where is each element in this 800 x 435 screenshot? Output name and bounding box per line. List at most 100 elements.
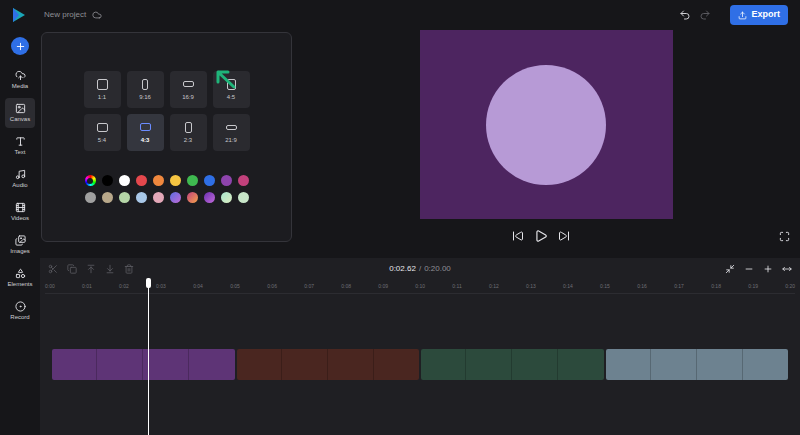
move-down-icon[interactable]	[105, 264, 115, 274]
ratio-tile[interactable]: 5:4	[84, 114, 121, 151]
ruler-label: 0:10	[415, 283, 425, 291]
zoom-out-icon[interactable]	[744, 264, 754, 274]
sidebar-item[interactable]: Images	[5, 230, 35, 260]
cloud-icon	[92, 10, 102, 20]
ruler-label: 0:07	[304, 283, 314, 291]
duplicate-icon[interactable]	[67, 264, 77, 274]
color-swatch[interactable]	[170, 192, 181, 203]
color-swatch[interactable]	[170, 175, 181, 186]
sidebar-item[interactable]: Media	[5, 65, 35, 95]
ruler-label: 0:01	[82, 283, 92, 291]
ratio-shape-icon	[183, 81, 194, 87]
split-icon[interactable]	[48, 264, 58, 274]
sidebar: MediaCanvasTextAudioVideosImagesElements…	[0, 30, 40, 435]
color-swatch[interactable]	[238, 175, 249, 186]
ruler-label: 0:13	[526, 283, 536, 291]
ruler-label: 0:16	[637, 283, 647, 291]
color-swatch[interactable]	[136, 175, 147, 186]
media-icon	[15, 70, 26, 81]
sidebar-item[interactable]: Canvas	[5, 98, 35, 128]
expand-icon[interactable]	[782, 264, 792, 274]
app: New project Export MediaCanvasTextAudioVid…	[0, 0, 800, 435]
fullscreen-icon[interactable]	[779, 231, 790, 242]
logo-icon[interactable]	[12, 7, 26, 23]
plus-icon	[15, 41, 26, 52]
color-swatch[interactable]	[187, 192, 198, 203]
ratio-shape-icon	[185, 122, 192, 133]
sidebar-item[interactable]: Audio	[5, 164, 35, 194]
elements-icon	[15, 268, 26, 279]
video-clip[interactable]	[421, 349, 604, 380]
play-icon[interactable]	[534, 229, 548, 243]
ratio-tile[interactable]: 9:16	[127, 71, 164, 108]
color-swatch[interactable]	[204, 175, 215, 186]
ruler-label: 0:04	[193, 283, 203, 291]
ruler-label: 0:19	[748, 283, 758, 291]
move-up-icon[interactable]	[86, 264, 96, 274]
ruler-label: 0:03	[156, 283, 166, 291]
video-track	[52, 349, 788, 380]
top-bar: New project Export	[0, 0, 800, 30]
canvas-icon	[15, 103, 26, 114]
ruler-label: 0:20	[785, 283, 795, 291]
playhead[interactable]	[148, 278, 149, 435]
fit-icon[interactable]	[725, 264, 735, 274]
sidebar-item[interactable]: Text	[5, 131, 35, 161]
color-swatch[interactable]	[119, 175, 130, 186]
ruler-label: 0:17	[674, 283, 684, 291]
skip-forward-icon[interactable]	[558, 230, 570, 242]
ruler-label: 0:15	[600, 283, 610, 291]
color-swatch[interactable]	[102, 175, 113, 186]
audio-icon	[15, 169, 26, 180]
color-swatch[interactable]	[221, 175, 232, 186]
ruler-label: 0:08	[341, 283, 351, 291]
undo-icon[interactable]	[679, 9, 691, 21]
ratio-tile[interactable]: 4:3	[127, 114, 164, 151]
color-swatch[interactable]	[85, 175, 96, 186]
ratio-tile[interactable]: 1:1	[84, 71, 121, 108]
ruler-label: 0:14	[563, 283, 573, 291]
ratio-shape-icon	[142, 79, 148, 90]
timeline-toolbar: 0:02.62/0:20.00	[40, 258, 800, 280]
ratio-shape-icon	[140, 123, 151, 131]
images-icon	[15, 235, 26, 246]
video-clip[interactable]	[237, 349, 420, 380]
project-title[interactable]: New project	[44, 9, 86, 21]
ruler-label: 0:18	[711, 283, 721, 291]
redo-icon[interactable]	[699, 9, 711, 21]
ruler-label: 0:06	[267, 283, 277, 291]
color-swatch[interactable]	[153, 192, 164, 203]
ratio-tile[interactable]: 16:9	[170, 71, 207, 108]
pointer-arrow-icon	[214, 68, 238, 90]
timeline: 0:02.62/0:20.000:000:010:020:030:040:050…	[40, 258, 800, 435]
ruler-label: 0:12	[489, 283, 499, 291]
ruler-label: 0:09	[378, 283, 388, 291]
text-icon	[15, 136, 26, 147]
delete-icon[interactable]	[124, 264, 134, 274]
ratio-shape-icon	[226, 125, 237, 130]
ratio-shape-icon	[97, 79, 108, 90]
color-swatch[interactable]	[102, 192, 113, 203]
skip-back-icon[interactable]	[512, 230, 524, 242]
color-swatch[interactable]	[204, 192, 215, 203]
color-swatch[interactable]	[153, 175, 164, 186]
ratio-tile[interactable]: 21:9	[213, 114, 250, 151]
ratio-tile[interactable]: 2:3	[170, 114, 207, 151]
video-clip[interactable]	[606, 349, 789, 380]
sidebar-item[interactable]: Elements	[5, 263, 35, 293]
sidebar-item[interactable]: Record	[5, 296, 35, 326]
ruler-label: 0:05	[230, 283, 240, 291]
add-button[interactable]	[11, 37, 29, 55]
color-swatch[interactable]	[187, 175, 198, 186]
export-button[interactable]: Export	[730, 5, 788, 25]
color-swatch[interactable]	[221, 192, 232, 203]
color-swatch[interactable]	[85, 192, 96, 203]
video-clip[interactable]	[52, 349, 235, 380]
color-swatch[interactable]	[119, 192, 130, 203]
ruler-label: 0:00	[45, 283, 55, 291]
preview-area	[292, 30, 800, 258]
zoom-in-icon[interactable]	[763, 264, 773, 274]
color-swatch[interactable]	[136, 192, 147, 203]
sidebar-item[interactable]: Videos	[5, 197, 35, 227]
color-swatch[interactable]	[238, 192, 249, 203]
